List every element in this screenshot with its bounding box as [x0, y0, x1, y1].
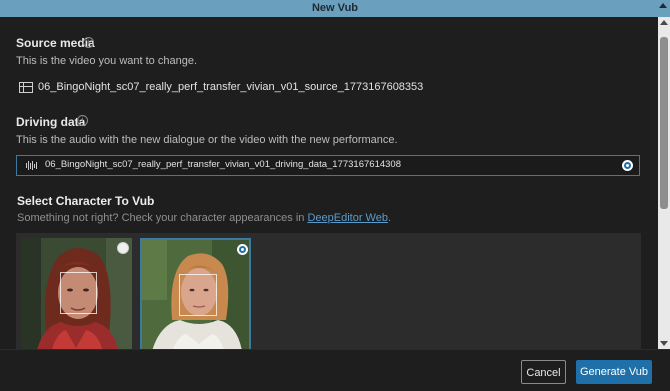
driving-data-radio[interactable]	[622, 160, 633, 171]
character-radio-2[interactable]	[237, 244, 248, 255]
character-card-selected[interactable]	[140, 238, 251, 349]
source-media-info-icon[interactable]: i	[83, 37, 94, 48]
character-selection-panel	[16, 233, 641, 349]
audio-waveform-icon	[26, 161, 38, 170]
scrollbar-thumb[interactable]	[660, 37, 668, 209]
generate-vub-button[interactable]: Generate Vub	[576, 360, 652, 384]
video-file-icon	[19, 82, 33, 93]
face-detection-box	[179, 274, 217, 316]
character-card[interactable]	[21, 238, 132, 349]
scroll-down-arrow-icon[interactable]	[660, 341, 668, 346]
character-hint: Something not right? Check your characte…	[17, 212, 391, 224]
driving-data-file-name: 06_BingoNight_sc07_really_perf_transfer_…	[45, 159, 401, 170]
dialog-content: Source media i This is the video you wan…	[0, 17, 658, 349]
cancel-button[interactable]: Cancel	[521, 360, 566, 384]
resize-corner-icon[interactable]	[659, 3, 667, 8]
window-title: New Vub	[311, 2, 359, 14]
source-media-description: This is the video you want to change.	[16, 55, 197, 67]
face-detection-box	[60, 272, 97, 314]
vertical-scrollbar[interactable]	[658, 17, 670, 349]
driving-data-item[interactable]: 06_BingoNight_sc07_really_perf_transfer_…	[16, 155, 640, 176]
dialog-footer: Cancel Generate Vub	[0, 349, 670, 391]
deepeditor-web-link[interactable]: DeepEditor Web	[307, 212, 388, 224]
window-title-bar: New Vub	[0, 0, 670, 17]
driving-data-title: Driving data	[16, 115, 86, 129]
character-radio-1[interactable]	[117, 242, 129, 254]
driving-data-description: This is the audio with the new dialogue …	[16, 134, 398, 146]
driving-data-info-icon[interactable]: i	[77, 115, 88, 126]
hint-suffix: .	[387, 212, 392, 224]
hint-text: Something not right? Check your characte…	[17, 212, 308, 224]
scroll-up-arrow-icon[interactable]	[660, 20, 668, 25]
source-media-file-name: 06_BingoNight_sc07_really_perf_transfer_…	[38, 81, 424, 93]
select-character-title: Select Character To Vub	[17, 194, 155, 208]
